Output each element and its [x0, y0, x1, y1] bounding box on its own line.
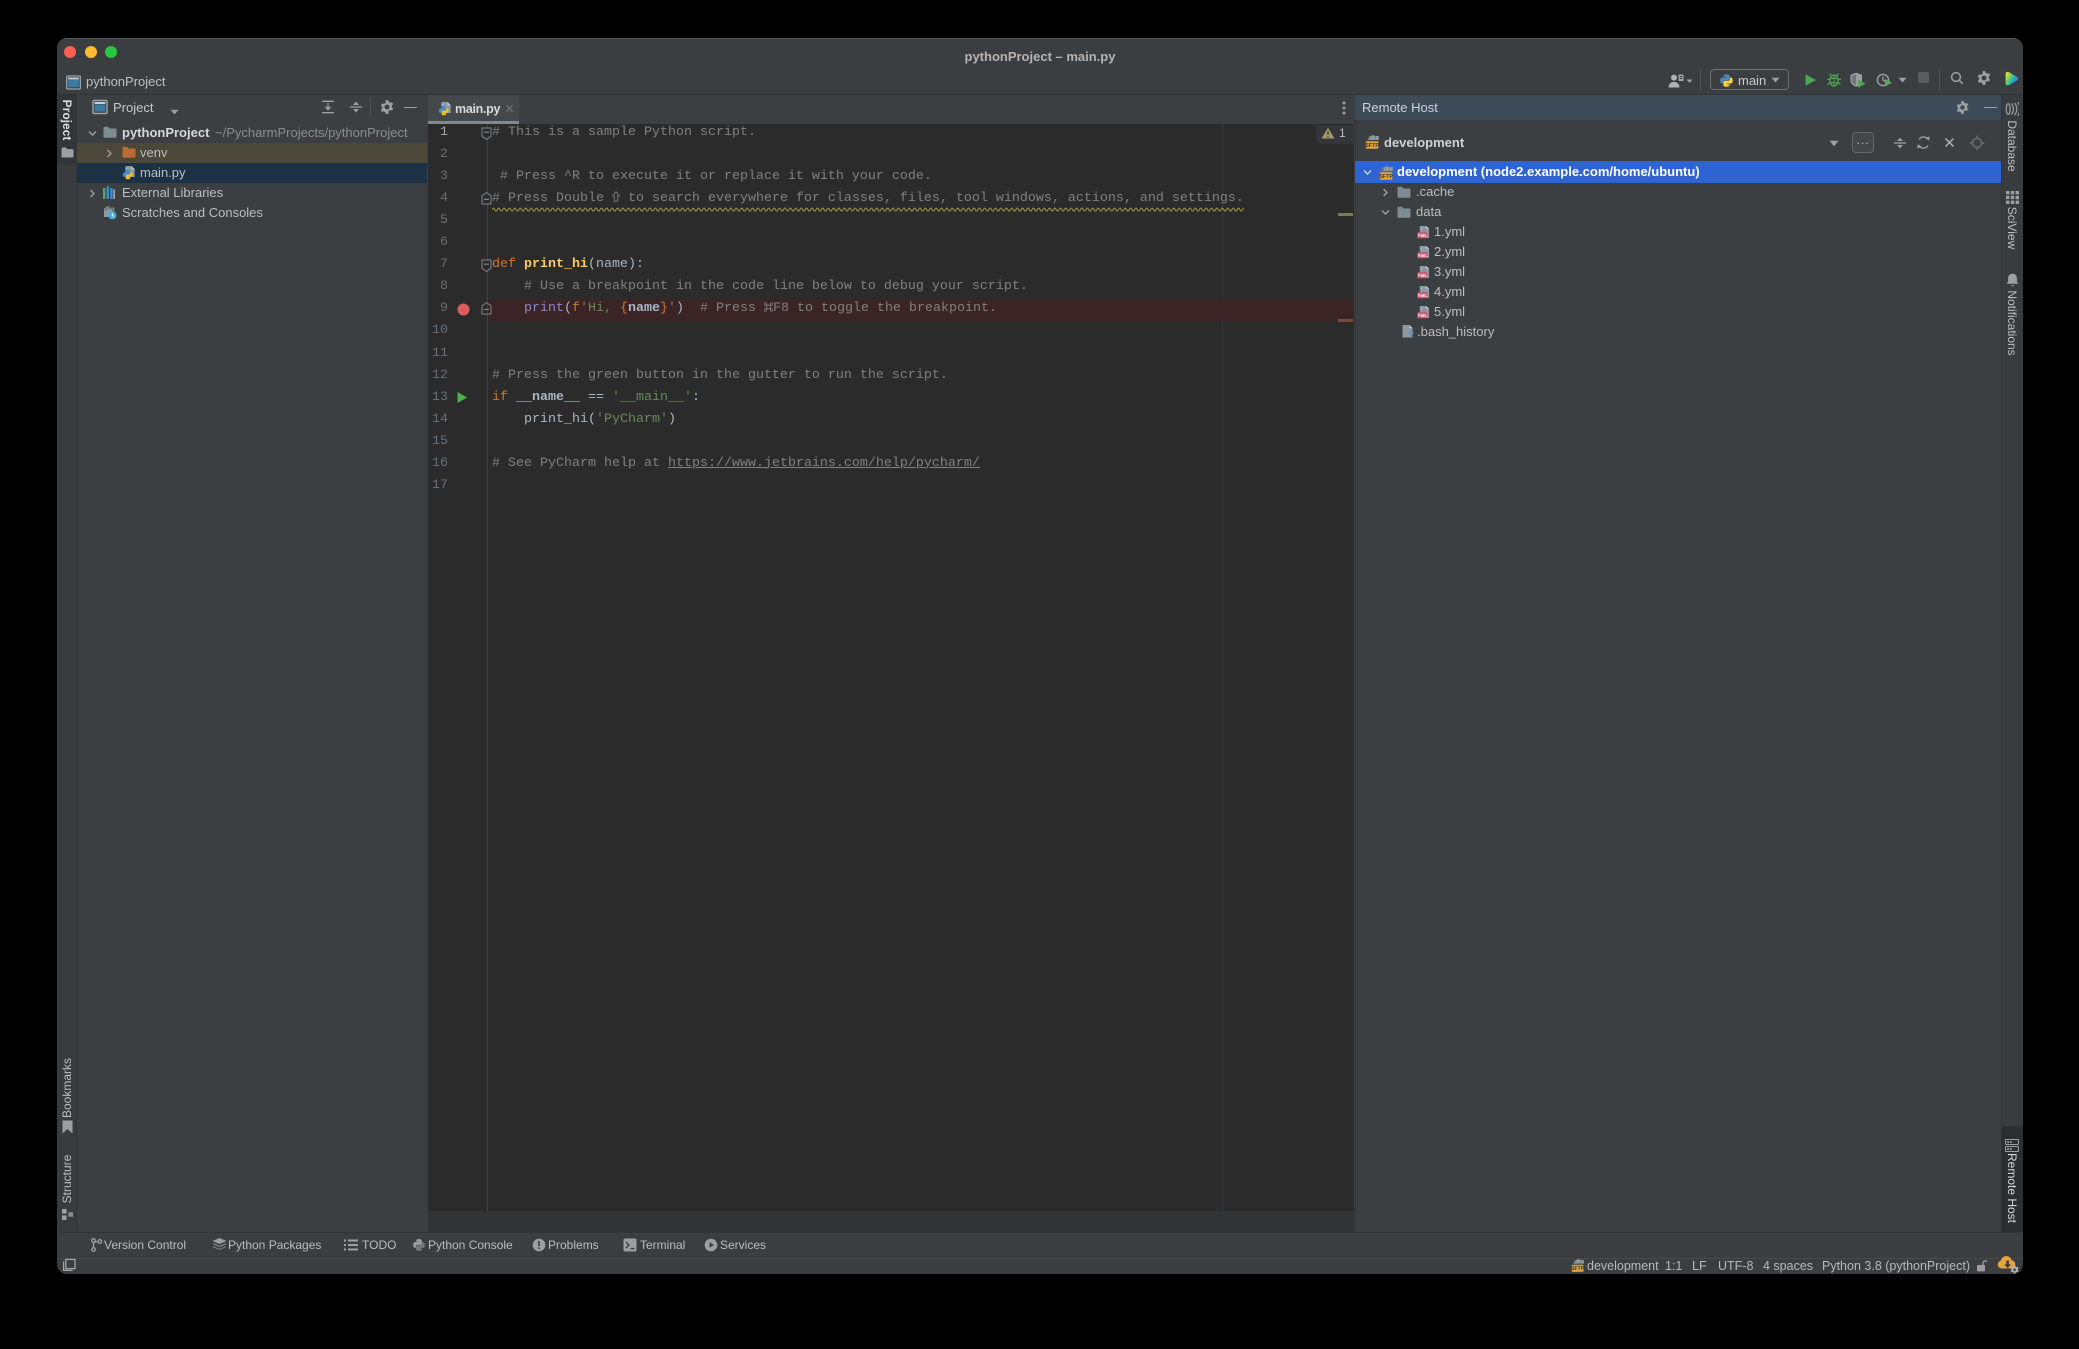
svg-text:?: ? — [1409, 329, 1415, 339]
